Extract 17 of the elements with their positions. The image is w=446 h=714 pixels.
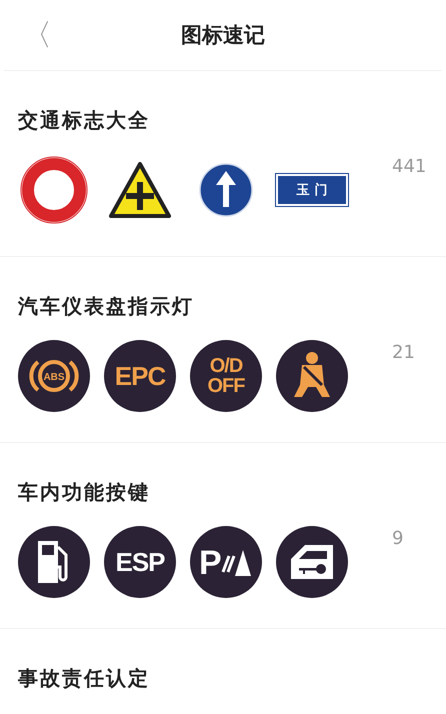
item-count: 441 xyxy=(392,155,428,177)
indicator-icon: ESP xyxy=(104,526,176,598)
page-title: 图标速记 xyxy=(180,22,266,49)
indicator-icon: O/D OFF xyxy=(190,340,262,412)
item-count: 9 xyxy=(392,527,404,549)
indicator-icon: EPC xyxy=(104,340,176,412)
prohibition-sign-icon xyxy=(19,155,89,225)
section-title: 汽车仪表盘指示灯 xyxy=(18,293,195,320)
up-arrow-sign-icon xyxy=(199,163,253,217)
section-title: 事故责任认定 xyxy=(18,665,151,692)
warning-sign-icon xyxy=(109,162,171,218)
item-count: 21 xyxy=(392,341,416,363)
section-title: 车内功能按键 xyxy=(18,479,151,506)
back-button[interactable]: 〈 xyxy=(4,14,52,56)
place-name-sign: 玉 门 xyxy=(276,174,348,206)
section-title: 交通标志大全 xyxy=(18,107,151,134)
car-door-key-icon xyxy=(289,543,335,581)
